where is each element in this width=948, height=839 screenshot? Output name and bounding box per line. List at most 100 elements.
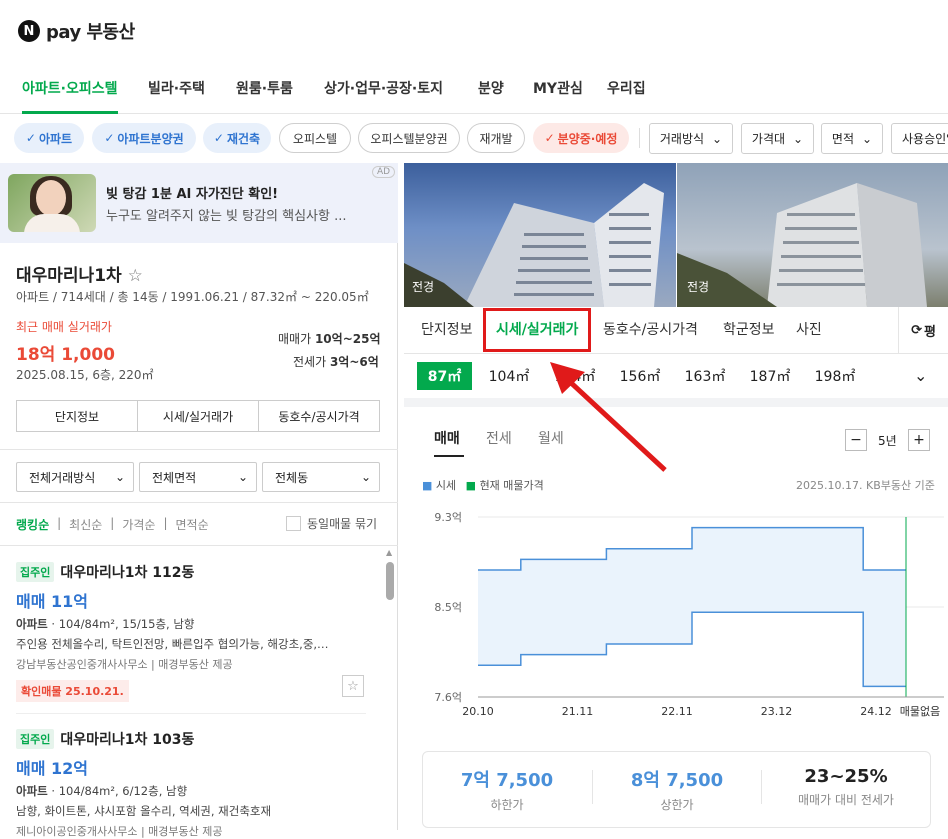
sort-price[interactable]: 가격순 [122,516,155,533]
y-tick-label: 8.5억 [434,601,462,614]
y-tick-label: 9.3억 [434,511,462,524]
complex-info-button[interactable]: 단지정보 [17,401,138,431]
chevron-down-icon: ⌄ [712,131,723,146]
listing-agency: 강남부동산공인중개사사무소 | 매경부동산 제공 [16,657,233,671]
sort-area[interactable]: 면적순 [176,516,209,533]
recent-trade-label: 최근 매매 실거래가 [16,320,112,334]
x-tick-label: 21.11 [562,705,594,718]
period-plus-button[interactable]: + [908,429,930,451]
listing-agency: 제니아이공인중개사사무소 | 매경부동산 제공 [16,824,223,838]
dropdown-approval-date[interactable]: 사용승인일 [891,123,948,154]
divider [639,128,640,148]
list-item[interactable]: 집주인 대우마리나1차 112동 매매 11억 아파트 · 104/84m², 1… [16,561,370,702]
nav-apartment-officetel[interactable]: 아파트·오피스텔 [22,78,117,98]
sort-ranking[interactable]: 랭킹순 [16,516,49,533]
tab-complex-info[interactable]: 단지정보 [421,319,473,339]
pyeong-toggle[interactable]: ⟳ 평 [898,307,948,353]
check-icon: ✓ [544,131,555,145]
ad-title: 빚 탕감 1분 AI 자가진단 확인! [106,187,279,202]
complex-name: 대우마리나1차 ☆ [16,266,143,286]
chevron-down-icon[interactable]: ⌄ [914,366,927,385]
area-tab[interactable]: 198㎡ [808,362,862,390]
divider [0,545,398,546]
complex-button-row: 단지정보 시세/실거래가 동호수/공시가격 [16,400,380,432]
x-tick-label: 22.11 [661,705,693,718]
main-nav: 아파트·오피스텔 빌라·주택 원룸·투룸 상가·업무·공장·토지 분양 MY관심… [0,66,948,114]
group-same-listings[interactable]: 동일매물 묶기 [286,515,377,532]
recent-trade-price: 18억 1,000 [16,345,115,365]
price-chart: 9.3억 8.5억 7.6억20.10 21.11 22.11 23.12 24.12 매물없… [434,511,944,718]
nav-my-interest[interactable]: MY관심 [533,78,583,98]
deal-tab-indicator [434,455,464,457]
chip-officetel-presale[interactable]: 오피스텔분양권 [358,123,460,153]
nav-presale[interactable]: 분양 [478,78,504,98]
chip-officetel[interactable]: 오피스텔 [279,123,351,153]
no-listing-label: 매물없음 [900,705,940,718]
price-range-area [478,527,906,687]
deal-tab-jeonse[interactable]: 전세 [486,428,512,448]
scroll-up-icon[interactable]: ▲ [386,548,392,557]
x-tick-label: 23.12 [761,705,793,718]
tab-photos[interactable]: 사진 [796,319,822,339]
ad-badge: AD [372,166,396,178]
chevron-down-icon: ⌄ [862,131,873,146]
tab-unit-price[interactable]: 동호수/공시가격 [603,319,698,339]
listing-description: 남향, 화이트톤, 샤시포함 올수리, 역세권, 재건축호재 [16,803,272,818]
photo-label: 전경 [412,280,435,294]
dropdown-price[interactable]: 가격대 ⌄ [741,123,814,154]
scrollbar-thumb[interactable] [386,562,394,600]
nav-oneroom-tworoom[interactable]: 원룸·투룸 [236,78,293,98]
dropdown-area[interactable]: 면적 ⌄ [821,123,883,154]
listing-spec: 아파트 · 104/84m², 15/15층, 남향 [16,616,195,631]
logo[interactable]: N pay 부동산 [18,18,135,44]
chip-reconstruction[interactable]: ✓ 재건축 [203,123,271,153]
nav-my-home[interactable]: 우리집 [607,78,646,98]
unit-price-button[interactable]: 동호수/공시가격 [259,401,379,431]
chip-presale-upcoming[interactable]: ✓ 분양중·예정 [533,123,629,153]
nav-villa-house[interactable]: 빌라·주택 [148,78,205,98]
check-icon: ✓ [213,131,224,145]
check-icon: ✓ [104,131,115,145]
chevron-down-icon: ⌄ [360,470,371,484]
chart-source: 2025.10.17. KB부동산 기준 [796,479,935,492]
sort-latest[interactable]: 최신순 [69,516,102,533]
legend-current-icon: ■ [465,479,477,492]
select-building[interactable]: 전체동 ⌄ [262,462,380,492]
period-minus-button[interactable]: − [845,429,867,451]
area-tab[interactable]: 87㎡ [417,362,472,390]
complex-info: 아파트 / 714세대 / 총 14동 / 1991.06.21 / 87.32… [16,290,369,304]
sale-price-range: 매매가 10억~25억 [278,332,381,346]
market-price-button[interactable]: 시세/실거래가 [138,401,259,431]
complex-photo[interactable]: 전경 [404,163,676,307]
period-value: 5년 [878,434,897,448]
nav-commercial[interactable]: 상가·업무·공장·토지 [324,78,443,98]
chip-apartment[interactable]: ✓ 아파트 [14,123,84,153]
chevron-down-icon: ⌄ [237,470,248,484]
listing-price: 매매 12억 [16,758,88,778]
owner-tag: 집주인 [16,728,55,749]
tab-school[interactable]: 학군정보 [723,319,775,339]
select-area[interactable]: 전체면적 ⌄ [139,462,257,492]
area-tab[interactable]: 187㎡ [743,362,797,390]
scrollbar[interactable]: ▲ [384,548,396,830]
area-tab[interactable]: 104㎡ [482,362,536,390]
dropdown-trade-type[interactable]: 거래방식 ⌄ [649,123,733,154]
deal-tab-sale[interactable]: 매매 [434,428,460,448]
naver-logo-icon: N [18,20,40,42]
star-icon[interactable]: ☆ [128,266,143,286]
refresh-icon: ⟳ [911,322,922,338]
chip-redevelopment[interactable]: 재개발 [467,123,525,153]
confirmed-badge: 확인매물 25.10.21. [16,679,129,702]
stat-lower: 7억 7,500 하한가 [460,770,554,812]
checkbox[interactable] [286,516,301,531]
list-item[interactable]: 집주인 대우마리나1차 103동 매매 12억 아파트 · 104/84m², 6… [16,728,370,839]
brand-name: pay 부동산 [46,22,135,43]
stat-ratio: 23~25% 매매가 대비 전세가 [798,766,894,807]
divider [0,502,398,503]
star-icon[interactable]: ☆ [342,675,364,697]
stat-upper: 8억 7,500 상한가 [630,770,724,812]
chip-apartment-presale[interactable]: ✓ 아파트분양권 [92,123,196,153]
area-tab[interactable]: 163㎡ [678,362,732,390]
select-trade-type[interactable]: 전체거래방식 ⌄ [16,462,134,492]
complex-photo[interactable]: 전경 [677,163,948,307]
